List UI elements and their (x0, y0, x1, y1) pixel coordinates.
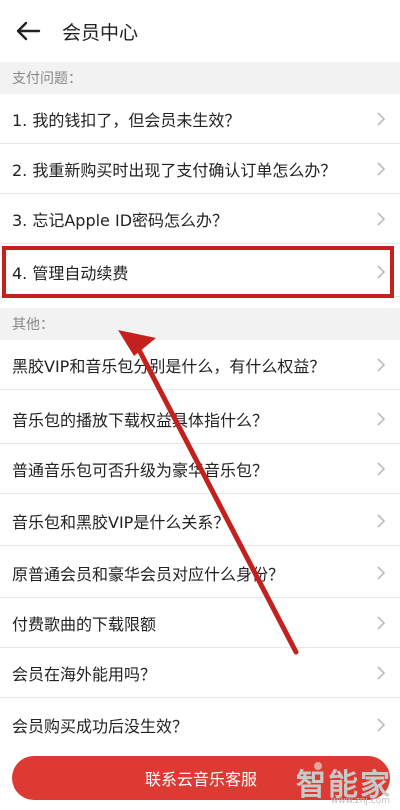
faq-row-label: 2. 我重新购买时出现了支付确认订单怎么办？ (12, 160, 337, 180)
faq-row-label: 原普通会员和豪华会员对应什么身份？ (12, 564, 285, 584)
faq-row-10[interactable]: 付费歌曲的下载限额 (0, 598, 400, 648)
contact-service-button[interactable]: 联系云音乐客服 (12, 756, 390, 800)
footer-bar: 联系云音乐客服 (0, 748, 400, 810)
faq-row-8[interactable]: 音乐包和黑胶VIP是什么关系？ (0, 496, 400, 546)
back-arrow-icon (16, 21, 41, 41)
chevron-right-icon (377, 161, 386, 176)
chevron-right-icon (377, 111, 386, 126)
faq-row-1[interactable]: 1. 我的钱扣了，但会员未生效？ (0, 94, 400, 144)
faq-row-label: 黑胶VIP和音乐包分别是什么，有什么权益？ (12, 356, 326, 376)
faq-row-label: 音乐包和黑胶VIP是什么关系？ (12, 512, 230, 532)
faq-row-6[interactable]: 音乐包的播放下载权益具体指什么？ (0, 394, 400, 444)
chevron-right-icon (377, 211, 386, 226)
chevron-right-icon (377, 461, 386, 476)
chevron-right-icon (377, 717, 386, 732)
page-title: 会员中心 (62, 21, 139, 44)
chevron-right-icon (377, 665, 386, 680)
faq-row-12[interactable]: 会员购买成功后没生效？ (0, 700, 400, 750)
faq-row-label: 会员购买成功后没生效？ (12, 716, 189, 736)
section-title-other: 其他： (0, 308, 400, 340)
faq-row-5[interactable]: 黑胶VIP和音乐包分别是什么，有什么权益？ (0, 340, 400, 390)
chevron-right-icon (377, 264, 386, 279)
faq-row-label: 4. 管理自动续费 (12, 263, 129, 283)
faq-row-9[interactable]: 原普通会员和豪华会员对应什么身份？ (0, 548, 400, 598)
section-title-payment: 支付问题： (0, 62, 400, 94)
back-button[interactable] (0, 0, 56, 62)
chevron-right-icon (377, 357, 386, 372)
faq-row-label: 付费歌曲的下载限额 (12, 614, 157, 634)
chevron-right-icon (377, 615, 386, 630)
app-header: 会员中心 (0, 0, 400, 62)
chevron-right-icon (377, 565, 386, 580)
chevron-right-icon (377, 513, 386, 528)
faq-row-manage-auto-renew[interactable]: 4. 管理自动续费 (0, 247, 400, 297)
faq-row-3[interactable]: 3. 忘记Apple ID密码怎么办？ (0, 194, 400, 244)
faq-row-label: 音乐包的播放下载权益具体指什么？ (12, 410, 269, 430)
faq-row-label: 普通音乐包可否升级为豪华音乐包？ (12, 460, 269, 480)
faq-row-7[interactable]: 普通音乐包可否升级为豪华音乐包？ (0, 444, 400, 494)
faq-row-11[interactable]: 会员在海外能用吗？ (0, 648, 400, 698)
faq-row-label: 1. 我的钱扣了，但会员未生效？ (12, 110, 241, 130)
faq-row-label: 会员在海外能用吗？ (12, 664, 157, 684)
faq-row-2[interactable]: 2. 我重新购买时出现了支付确认订单怎么办？ (0, 144, 400, 194)
faq-row-label: 3. 忘记Apple ID密码怎么办？ (12, 210, 229, 230)
chevron-right-icon (377, 411, 386, 426)
